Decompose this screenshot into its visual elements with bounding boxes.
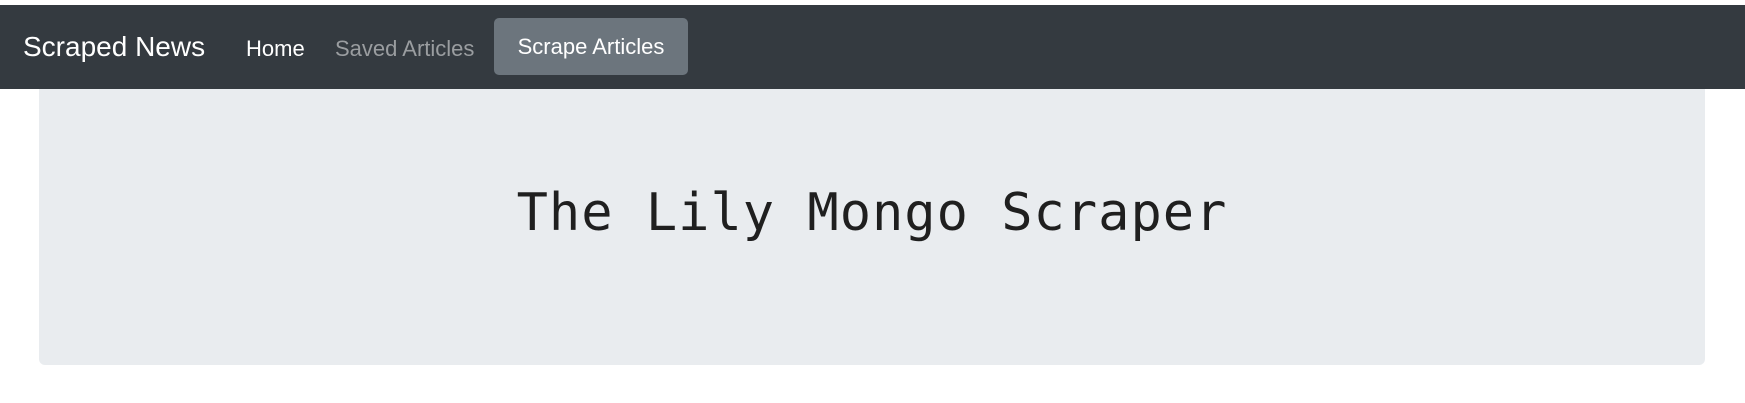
scrape-articles-button[interactable]: Scrape Articles [494,18,688,75]
page-title: The Lily Mongo Scraper [516,183,1228,243]
brand-link[interactable]: Scraped News [23,29,205,65]
nav-link-saved-articles[interactable]: Saved Articles [335,34,474,64]
jumbotron: The Lily Mongo Scraper [39,89,1705,365]
nav-link-home[interactable]: Home [246,34,305,64]
top-navbar: Scraped News Home Saved Articles Scrape … [0,5,1745,89]
